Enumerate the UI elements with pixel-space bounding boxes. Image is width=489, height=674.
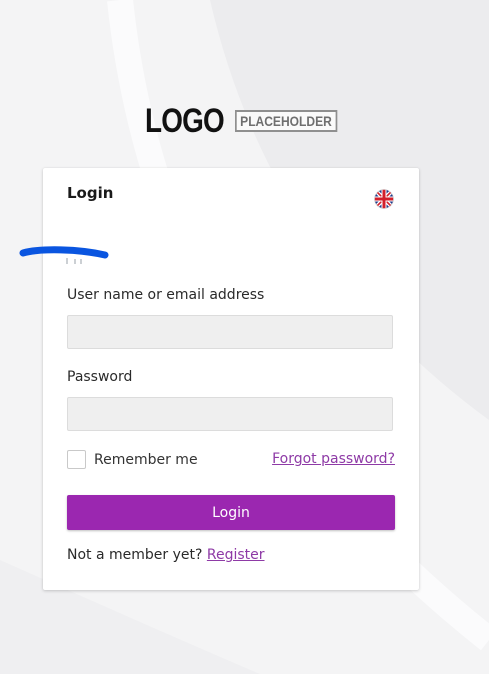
username-label: User name or email address (67, 287, 265, 303)
logo-placeholder-tag: PLACEHOLDER (235, 110, 338, 132)
login-card: Login User name or email address Passwor… (19, 168, 419, 590)
logo: LOGO PLACEHOLDER (145, 103, 354, 139)
redaction-scribble (19, 246, 109, 264)
register-link[interactable]: Register (207, 547, 265, 563)
register-row: Not a member yet? Register (67, 547, 265, 563)
logo-word: LOGO (145, 102, 225, 140)
remember-me-label: Remember me (94, 451, 198, 468)
forgot-password-link[interactable]: Forgot password? (272, 451, 395, 467)
password-label: Password (67, 369, 133, 385)
password-input[interactable] (67, 397, 393, 431)
remember-me-checkbox[interactable] (67, 450, 86, 469)
card-title: Login (67, 184, 114, 202)
uk-flag-icon[interactable] (374, 189, 394, 209)
username-input[interactable] (67, 315, 393, 349)
remember-me[interactable]: Remember me (67, 450, 198, 469)
login-button[interactable]: Login (67, 495, 395, 530)
register-prompt: Not a member yet? (67, 547, 207, 563)
